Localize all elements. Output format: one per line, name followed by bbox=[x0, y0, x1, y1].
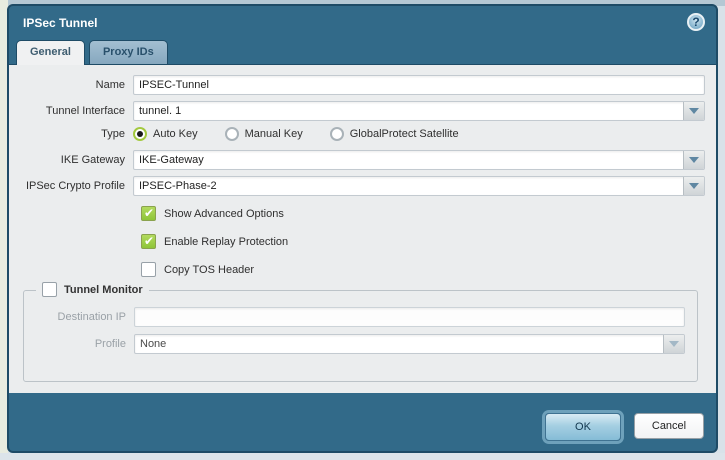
ipsec-crypto-profile-label: IPSec Crypto Profile bbox=[25, 180, 125, 192]
tunnel-monitor-checkbox[interactable] bbox=[42, 282, 57, 297]
profile-label: Profile bbox=[94, 338, 126, 350]
ipsec-crypto-profile-dropdown-button[interactable] bbox=[683, 177, 704, 195]
tunnel-interface-row: Tunnel Interface tunnel. 1 bbox=[13, 101, 705, 121]
help-icon[interactable]: ? bbox=[687, 13, 705, 31]
ike-gateway-value: IKE-Gateway bbox=[139, 154, 204, 166]
tunnel-interface-label: Tunnel Interface bbox=[45, 105, 125, 117]
radio-icon-unselected bbox=[224, 127, 239, 141]
ipsec-crypto-profile-value: IPSEC-Phase-2 bbox=[139, 180, 217, 192]
ipsec-tunnel-dialog: IPSec Tunnel ? General Proxy IDs Name Tu… bbox=[7, 4, 718, 453]
name-row: Name bbox=[13, 75, 705, 95]
chevron-down-icon bbox=[689, 157, 699, 163]
type-label: Type bbox=[101, 128, 125, 140]
radio-icon-unselected bbox=[329, 127, 344, 141]
tab-bar: General Proxy IDs bbox=[9, 40, 716, 65]
chevron-down-icon bbox=[689, 183, 699, 189]
ike-gateway-dropdown-button[interactable] bbox=[683, 151, 704, 169]
ok-button[interactable]: OK bbox=[545, 413, 621, 441]
radio-globalprotect-satellite-label: GlobalProtect Satellite bbox=[349, 128, 459, 140]
radio-manual-key-label: Manual Key bbox=[244, 128, 303, 140]
ike-gateway-row: IKE Gateway IKE-Gateway bbox=[13, 150, 705, 170]
profile-row: Profile None bbox=[24, 334, 685, 354]
tunnel-interface-dropdown-button[interactable] bbox=[683, 102, 704, 120]
chevron-down-icon bbox=[669, 341, 679, 347]
tab-general[interactable]: General bbox=[16, 40, 85, 65]
show-advanced-options-label: Show Advanced Options bbox=[164, 207, 284, 220]
enable-replay-protection-label: Enable Replay Protection bbox=[164, 235, 289, 248]
ipsec-crypto-profile-row: IPSec Crypto Profile IPSEC-Phase-2 bbox=[13, 176, 705, 196]
radio-auto-key-label: Auto Key bbox=[153, 128, 198, 140]
tunnel-monitor-legend: Tunnel Monitor bbox=[36, 282, 149, 297]
profile-value: None bbox=[140, 338, 167, 350]
destination-ip-row: Destination IP bbox=[24, 307, 685, 327]
radio-auto-key[interactable]: Auto Key bbox=[133, 127, 198, 141]
copy-tos-header-label: Copy TOS Header bbox=[164, 263, 255, 276]
name-label: Name bbox=[95, 79, 125, 91]
profile-select: None bbox=[134, 334, 685, 354]
tunnel-monitor-label: Tunnel Monitor bbox=[64, 283, 143, 296]
chevron-down-icon bbox=[689, 108, 699, 114]
checkbox-checked-icon bbox=[141, 234, 156, 249]
name-input[interactable] bbox=[133, 75, 705, 95]
checkbox-unchecked-icon bbox=[141, 262, 156, 277]
enable-replay-protection-checkbox[interactable]: Enable Replay Protection bbox=[141, 234, 705, 249]
profile-dropdown-button bbox=[663, 335, 684, 353]
ike-gateway-label: IKE Gateway bbox=[60, 154, 125, 166]
page-backdrop-bottom bbox=[0, 453, 725, 460]
checkbox-checked-icon bbox=[141, 206, 156, 221]
type-row: Type Auto Key Manual Key GlobalProtect S… bbox=[13, 127, 705, 141]
general-tab-panel: Name Tunnel Interface tunnel. 1 Type bbox=[9, 64, 716, 393]
ike-gateway-select[interactable]: IKE-Gateway bbox=[133, 150, 705, 170]
tunnel-interface-select[interactable]: tunnel. 1 bbox=[133, 101, 705, 121]
dialog-title: IPSec Tunnel bbox=[23, 16, 98, 30]
cancel-button[interactable]: Cancel bbox=[634, 413, 704, 439]
dialog-footer: OK Cancel bbox=[545, 413, 704, 441]
destination-ip-label: Destination IP bbox=[57, 311, 126, 323]
tab-proxy-ids[interactable]: Proxy IDs bbox=[88, 40, 168, 64]
radio-icon-selected bbox=[133, 127, 147, 141]
tunnel-interface-value: tunnel. 1 bbox=[139, 105, 182, 117]
dialog-titlebar: IPSec Tunnel ? bbox=[9, 6, 716, 40]
tunnel-monitor-group: Tunnel Monitor Destination IP Profile No… bbox=[23, 282, 698, 382]
ipsec-crypto-profile-select[interactable]: IPSEC-Phase-2 bbox=[133, 176, 705, 196]
radio-globalprotect-satellite[interactable]: GlobalProtect Satellite bbox=[329, 127, 459, 141]
show-advanced-options-checkbox[interactable]: Show Advanced Options bbox=[141, 206, 705, 221]
radio-manual-key[interactable]: Manual Key bbox=[224, 127, 303, 141]
copy-tos-header-checkbox[interactable]: Copy TOS Header bbox=[141, 262, 705, 277]
destination-ip-input bbox=[134, 307, 685, 327]
